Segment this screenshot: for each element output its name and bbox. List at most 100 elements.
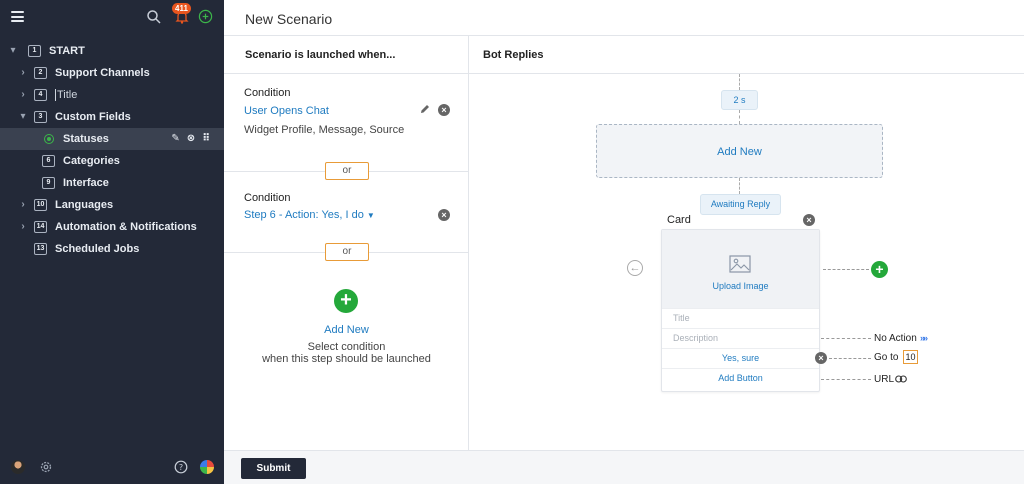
step-number: 4 [34, 89, 47, 101]
step-number: 9 [42, 177, 55, 189]
tree-item-label: Languages [55, 199, 114, 211]
chevron-right-icon[interactable]: › [18, 62, 28, 84]
add-step-icon[interactable]: + [871, 261, 888, 278]
drag-handle-icon[interactable]: ⠿ [202, 133, 210, 144]
add-circle-icon[interactable] [198, 9, 213, 24]
close-circle-icon[interactable]: × [438, 104, 450, 116]
close-circle-icon[interactable]: ⊗ [187, 133, 195, 144]
tree-item-custom-fields[interactable]: ▾ 3 Custom Fields [0, 106, 224, 128]
submit-button[interactable]: Submit [241, 458, 306, 479]
close-circle-icon[interactable]: × [803, 214, 815, 226]
add-button[interactable]: Add Button [662, 368, 819, 388]
close-circle-icon[interactable]: × [438, 209, 450, 221]
awaiting-reply-chip[interactable]: Awaiting Reply [700, 194, 781, 215]
condition-link[interactable]: Step 6 - Action: Yes, I do ▼ [244, 209, 375, 221]
card-label: Card [667, 214, 691, 226]
step-number: 3 [34, 111, 47, 123]
step-number: 6 [42, 155, 55, 167]
bot-replies-header: Bot Replies [469, 36, 1024, 74]
gear-icon[interactable] [39, 460, 53, 474]
tree-item-label: Support Channels [55, 67, 150, 79]
goto-step-input[interactable]: 10 [903, 350, 918, 364]
step-number: 14 [34, 221, 47, 233]
menu-icon[interactable] [11, 11, 24, 22]
close-circle-icon[interactable]: × [815, 352, 827, 364]
pencil-icon[interactable] [419, 103, 431, 115]
card-title-input[interactable]: Title [662, 308, 819, 328]
caret-down-icon: ▼ [366, 211, 375, 220]
or-separator[interactable]: or [325, 243, 369, 261]
flow-connector [823, 269, 869, 270]
flow-connector [821, 338, 871, 339]
tree-item-automation[interactable]: › 14 Automation & Notifications [0, 216, 224, 238]
tree-item-label: Statuses [63, 133, 109, 145]
tree-item-label: Custom Fields [55, 111, 131, 123]
palette-icon[interactable] [200, 460, 214, 474]
help-icon[interactable]: ? [174, 460, 188, 474]
chevron-down-icon[interactable]: ▾ [18, 106, 28, 128]
condition-link[interactable]: User Opens Chat [244, 105, 329, 117]
reply-card: Upload Image Title Description Yes, sure… [661, 229, 820, 392]
bot-replies-heading: Bot Replies [483, 49, 544, 61]
pencil-icon[interactable]: ✎ [171, 133, 179, 144]
sidebar-footer: ? [0, 458, 224, 480]
flow-connector [739, 110, 740, 124]
url-label[interactable]: URL [874, 374, 894, 385]
tree-item-start[interactable]: ▾ 1 START [0, 40, 224, 62]
tree-item-languages[interactable]: › 10 Languages [0, 194, 224, 216]
svg-text:?: ? [179, 463, 183, 472]
flow-connector [829, 358, 871, 359]
card-button-yes-sure[interactable]: Yes, sure [662, 348, 819, 368]
flow-connector [821, 379, 871, 380]
no-action-label[interactable]: No Action [874, 333, 917, 344]
conditions-header: Scenario is launched when... [224, 36, 469, 74]
delay-chip[interactable]: 2 s [721, 90, 758, 110]
notification-badge: 411 [172, 3, 191, 14]
condition-label: Condition [244, 87, 291, 99]
tree-item-label: Categories [63, 155, 120, 167]
avatar[interactable] [11, 460, 25, 474]
tree-item-categories[interactable]: 6 Categories [0, 150, 224, 172]
chevron-right-icon[interactable]: › [18, 216, 28, 238]
add-condition-icon[interactable]: + [334, 289, 358, 313]
tree-item-title-input[interactable]: Title [55, 89, 77, 101]
tree-item-label: Interface [63, 177, 109, 189]
sidebar: 411 ▾ 1 START › 2 Support Channels › 4 T… [0, 0, 224, 484]
arrow-left-icon[interactable]: ← [627, 260, 643, 276]
condition-block-1: Condition User Opens Chat × Widget Profi… [224, 74, 469, 172]
search-icon[interactable] [146, 9, 162, 25]
tree-item-scheduled-jobs[interactable]: 13 Scheduled Jobs [0, 238, 224, 260]
image-icon [729, 255, 751, 273]
condition-summary: Widget Profile, Message, Source [244, 124, 405, 136]
chevron-down-icon[interactable]: ▾ [8, 40, 18, 62]
flow-connector [739, 74, 740, 90]
tree-item-statuses[interactable]: Statuses ✎ ⊗ ⠿ [0, 128, 224, 150]
link-icon [895, 375, 907, 383]
conditions-heading: Scenario is launched when... [245, 49, 396, 61]
add-condition-button[interactable]: Add New [224, 324, 469, 336]
tree-item-label: Automation & Notifications [55, 221, 197, 233]
tree-item-title[interactable]: › 4 Title [0, 84, 224, 106]
chevron-right-icon[interactable]: › [18, 84, 28, 106]
goto-label: Go to [874, 352, 899, 363]
tree-item-interface[interactable]: 9 Interface [0, 172, 224, 194]
conditions-panel: Scenario is launched when... Condition U… [224, 36, 469, 450]
step-number: 1 [28, 45, 41, 57]
tree-item-support-channels[interactable]: › 2 Support Channels [0, 62, 224, 84]
row-actions: ✎ ⊗ ⠿ [164, 128, 210, 150]
add-reply-box[interactable]: Add New [596, 124, 883, 178]
chevron-right-icon[interactable]: › [18, 194, 28, 216]
add-condition-note: when this step should be launched [262, 353, 431, 365]
add-condition-note: Select condition [307, 341, 386, 353]
step-number: 2 [34, 67, 47, 79]
add-reply-label: Add New [717, 146, 762, 158]
upload-image-area[interactable]: Upload Image [662, 230, 819, 308]
double-chevron-right-icon: »» [920, 333, 928, 343]
card-description-input[interactable]: Description [662, 328, 819, 348]
flow-connector [739, 178, 740, 194]
page-footer: Submit [224, 450, 1024, 484]
upload-image-label: Upload Image [712, 281, 769, 291]
condition-label: Condition [244, 192, 291, 204]
scenario-tree: ▾ 1 START › 2 Support Channels › 4 Title… [0, 40, 224, 260]
bot-replies-panel: Bot Replies 2 s Add New Awaiting Reply C… [469, 36, 1024, 450]
